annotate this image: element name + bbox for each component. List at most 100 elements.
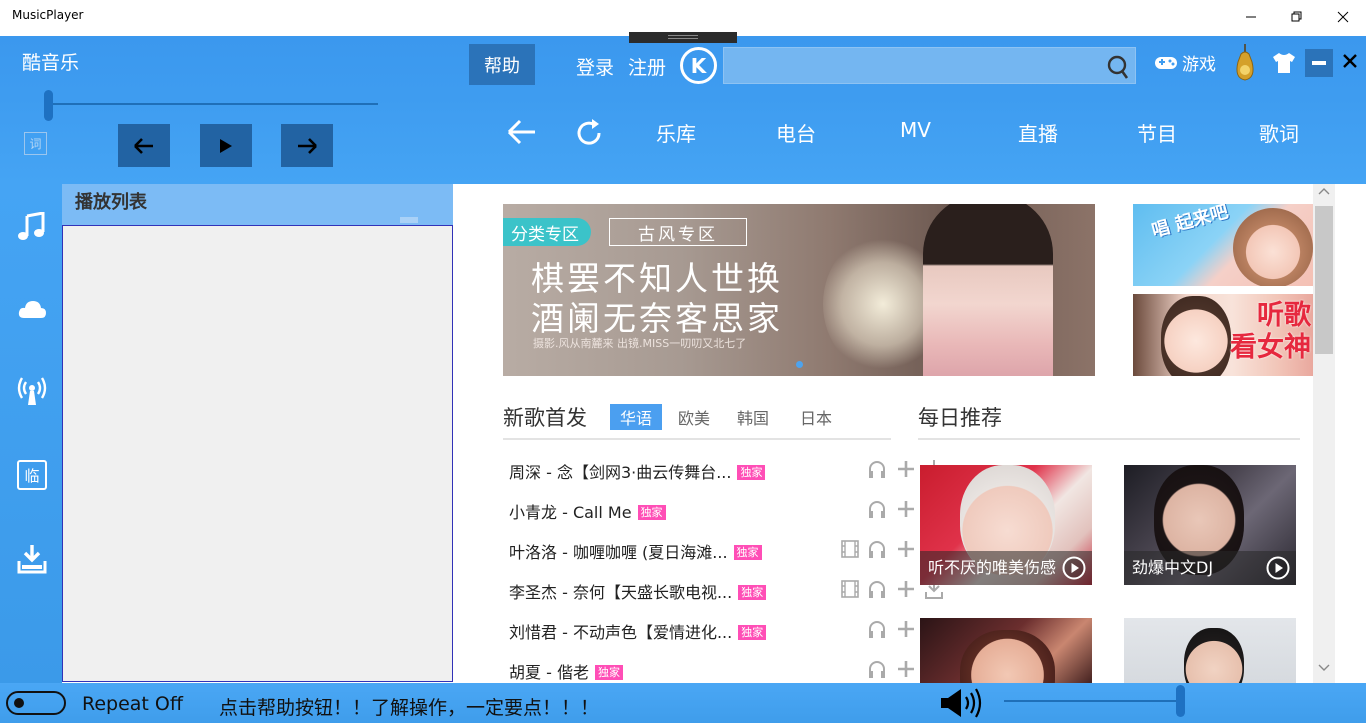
mv-film-icon[interactable] [841, 579, 859, 603]
volume-track[interactable] [1004, 700, 1182, 702]
search-input[interactable] [724, 48, 1094, 83]
search-icon[interactable] [1107, 54, 1129, 80]
arrow-left-icon [134, 137, 153, 154]
music-note-icon[interactable] [17, 212, 47, 242]
progress-track[interactable] [48, 103, 378, 105]
app-minimize-button[interactable] [1305, 49, 1333, 77]
song-row[interactable]: 胡夏 - 偕老 独家 [509, 657, 943, 683]
playlist-card[interactable] [920, 618, 1092, 683]
nav-back-icon[interactable] [506, 118, 538, 146]
banner-image [923, 204, 1053, 376]
drag-handle[interactable] [629, 32, 737, 43]
mv-film-icon[interactable] [841, 539, 859, 563]
add-plus-icon[interactable] [896, 659, 916, 683]
add-plus-icon[interactable] [896, 619, 916, 643]
tab-japanese[interactable]: 日本 [791, 404, 841, 430]
game-link[interactable]: 游戏 [1154, 50, 1216, 75]
listen-headphones-icon[interactable] [867, 619, 887, 643]
app-close-icon[interactable] [1342, 53, 1358, 69]
song-row[interactable]: 刘惜君 - 不动声色【爱情进化... 独家 [509, 617, 943, 643]
song-title[interactable]: 小青龙 - Call Me 独家 [509, 499, 666, 523]
song-row[interactable]: 周深 - 念【剑网3·曲云传舞台... 独家 [509, 457, 943, 483]
playlist-card[interactable]: 劲爆中文DJ [1124, 465, 1296, 585]
minimize-icon [1246, 16, 1256, 17]
login-link[interactable]: 登录 [576, 53, 614, 80]
banner-credit: 摄影.风从南麓来 出镜.MISS一叨叨又北七了 [533, 337, 747, 350]
play-circle-icon[interactable] [1266, 556, 1290, 580]
cloud-icon[interactable] [17, 294, 47, 324]
listen-headphones-icon[interactable] [867, 659, 887, 683]
playlist-card[interactable]: 听不厌的唯美伤感 [920, 465, 1092, 585]
add-plus-icon[interactable] [896, 499, 916, 523]
nav-tab-mv[interactable]: MV [900, 118, 931, 142]
repeat-toggle[interactable] [6, 691, 66, 715]
nav-tab-library[interactable]: 乐库 [656, 118, 696, 147]
song-title[interactable]: 周深 - 念【剑网3·曲云传舞台... 独家 [509, 459, 766, 483]
promo-goddess[interactable]: 听歌 看女神 [1133, 294, 1313, 376]
song-title[interactable]: 叶洛洛 - 咖喱咖喱 (夏日海滩... 独家 [509, 539, 762, 563]
nav-tab-lyrics[interactable]: 歌词 [1259, 118, 1299, 147]
playlist-list[interactable] [62, 225, 453, 682]
song-title[interactable]: 胡夏 - 偕老 独家 [509, 659, 623, 683]
add-plus-icon[interactable] [896, 539, 916, 563]
register-link[interactable]: 注册 [628, 53, 666, 80]
volume-thumb[interactable] [1176, 685, 1185, 717]
window-minimize-button[interactable] [1228, 0, 1274, 33]
vertical-scrollbar[interactable] [1313, 184, 1335, 683]
next-button[interactable] [281, 124, 333, 167]
previous-button[interactable] [118, 124, 170, 167]
tab-korean[interactable]: 韩国 [728, 404, 778, 430]
song-title-text: 李圣杰 - 奈何【天盛长歌电视... [509, 583, 733, 602]
temp-list-icon[interactable]: 临 [17, 460, 47, 490]
refresh-icon[interactable] [574, 118, 604, 148]
tshirt-icon[interactable] [1272, 52, 1296, 74]
tab-western[interactable]: 欧美 [669, 404, 719, 430]
add-plus-icon[interactable] [896, 459, 916, 483]
nav-tab-radio[interactable]: 电台 [776, 118, 816, 147]
play-button[interactable] [200, 124, 252, 167]
title-bar: MusicPlayer [0, 0, 1366, 33]
window-close-button[interactable] [1320, 0, 1366, 33]
lyric-icon[interactable]: 词 [24, 132, 47, 155]
nav-tab-live[interactable]: 直播 [1018, 118, 1058, 147]
scrollbar-thumb[interactable] [1315, 206, 1333, 354]
song-row[interactable]: 叶洛洛 - 咖喱咖喱 (夏日海滩... 独家 [509, 537, 943, 563]
help-button[interactable]: 帮助 [469, 44, 535, 85]
song-title[interactable]: 刘惜君 - 不动声色【爱情进化... 独家 [509, 619, 767, 643]
song-title-text: 刘惜君 - 不动声色【爱情进化... [509, 623, 733, 642]
progress-thumb[interactable] [44, 90, 53, 121]
exclusive-badge: 独家 [738, 625, 767, 640]
close-icon [1337, 11, 1349, 22]
money-bag-icon[interactable] [1233, 44, 1257, 82]
nav-tab-programs[interactable]: 节目 [1137, 118, 1177, 147]
banner-carousel[interactable]: 分类专区 古风专区 棋罢不知人世换 酒阑无奈客思家 摄影.风从南麓来 出镜.MI… [503, 204, 1095, 376]
listen-headphones-icon[interactable] [867, 539, 887, 563]
exclusive-badge: 独家 [637, 505, 666, 520]
add-plus-icon[interactable] [896, 579, 916, 603]
listen-headphones-icon[interactable] [867, 579, 887, 603]
song-title-text: 周深 - 念【剑网3·曲云传舞台... [509, 463, 732, 482]
tab-chinese[interactable]: 华语 [610, 404, 662, 430]
status-bar: Repeat Off 点击帮助按钮！！了解操作，一定要点！！！ [0, 683, 1366, 723]
playlist-card[interactable] [1124, 618, 1296, 683]
listen-headphones-icon[interactable] [867, 499, 887, 523]
speaker-icon[interactable] [939, 685, 985, 721]
chevron-up-icon[interactable] [1318, 187, 1330, 195]
radio-antenna-icon[interactable] [17, 376, 47, 406]
exclusive-badge: 独家 [733, 545, 762, 560]
song-row[interactable]: 李圣杰 - 奈何【天盛长歌电视... 独家 [509, 577, 943, 603]
download-icon[interactable] [17, 544, 47, 574]
song-row[interactable]: 小青龙 - Call Me 独家 [509, 497, 943, 523]
play-circle-icon[interactable] [1062, 556, 1086, 580]
music-player-window: MusicPlayer 酷音乐 词 帮助 登录 注册 K 游戏 乐库 电台 MV… [0, 0, 1366, 723]
promo-sing[interactable]: 唱 起来吧 [1133, 204, 1313, 286]
chevron-down-icon[interactable] [1318, 664, 1330, 672]
song-title[interactable]: 李圣杰 - 奈何【天盛长歌电视... 独家 [509, 579, 767, 603]
new-songs-title: 新歌首发 [503, 406, 587, 430]
gamepad-icon [1155, 56, 1177, 69]
carousel-dot[interactable] [796, 361, 803, 368]
banner-line-2: 酒阑无奈客思家 [531, 299, 783, 338]
toggle-knob [14, 698, 24, 708]
listen-headphones-icon[interactable] [867, 459, 887, 483]
window-restore-button[interactable] [1274, 0, 1320, 33]
